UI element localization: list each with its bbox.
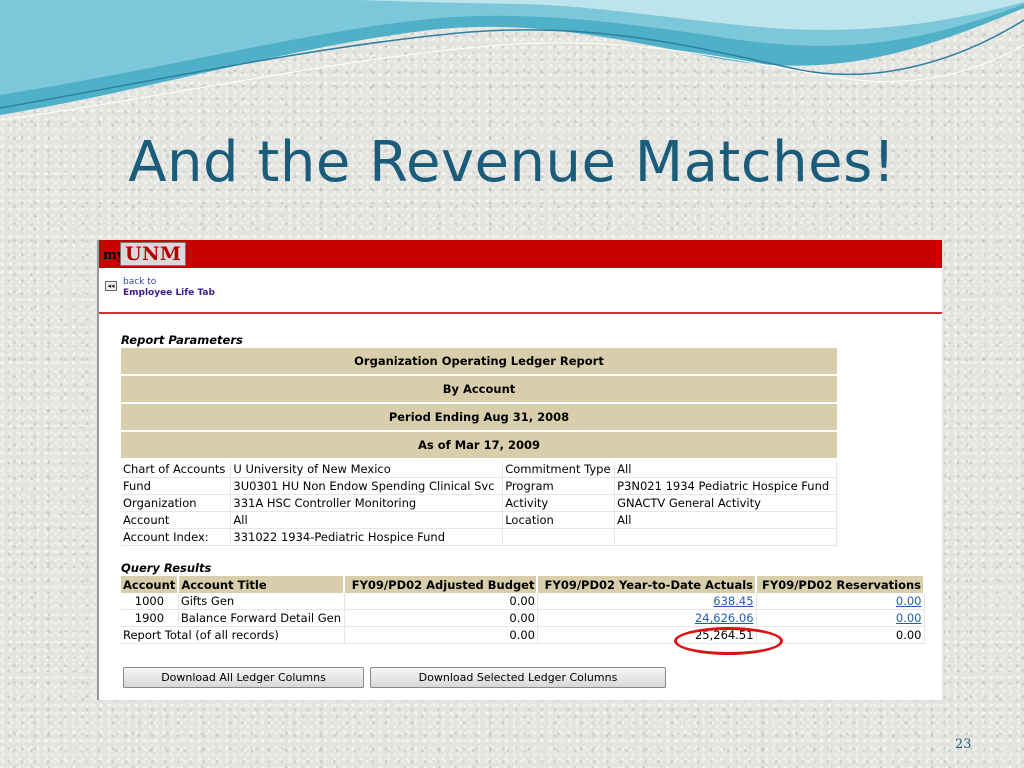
param-value: All <box>230 511 504 529</box>
param-label: Account Index: <box>121 528 232 546</box>
download-all-ledger-columns-button[interactable]: Download All Ledger Columns <box>123 667 364 688</box>
param-value: U University of New Mexico <box>230 461 504 478</box>
table-row: Chart of Accounts U University of New Me… <box>121 461 837 478</box>
column-header-reservations[interactable]: FY09/PD02 Reservations <box>756 576 925 593</box>
myunm-header-bar: my UNM <box>99 240 942 268</box>
param-label: Organization <box>121 494 232 512</box>
reservations-link[interactable]: 0.00 <box>896 611 922 625</box>
slide-title: And the Revenue Matches! <box>128 130 896 195</box>
back-link-line1[interactable]: back to <box>123 277 215 288</box>
parameters-table: Chart of Accounts U University of New Me… <box>121 461 837 546</box>
table-row: Account All Location All <box>121 511 837 529</box>
param-value <box>614 528 837 546</box>
unm-logo: UNM <box>120 242 187 266</box>
param-value: All <box>614 461 837 478</box>
query-results-title: Query Results <box>121 561 212 575</box>
total-row: Report Total (of all records) 0.00 25,26… <box>121 626 925 644</box>
query-results-table: Account Account Title FY09/PD02 Adjusted… <box>121 576 925 644</box>
param-label: Location <box>502 511 616 529</box>
decorative-wave <box>0 0 1024 121</box>
param-value: 331022 1934-Pediatric Hospice Fund <box>230 528 504 546</box>
table-row: Organization 331A HSC Controller Monitor… <box>121 494 837 512</box>
total-label: Report Total (of all records) <box>121 626 345 644</box>
header-divider <box>99 312 942 314</box>
table-row: 1000 Gifts Gen 0.00 638.45 0.00 <box>121 593 925 610</box>
column-header-adjusted-budget[interactable]: FY09/PD02 Adjusted Budget <box>344 576 539 593</box>
account-number: 1900 <box>121 609 179 627</box>
reservations-link[interactable]: 0.00 <box>896 594 922 608</box>
param-label: Program <box>502 477 616 495</box>
band-report-name: Organization Operating Ledger Report <box>121 348 837 374</box>
param-value: GNACTV General Activity <box>614 494 837 512</box>
report-title-bands: Organization Operating Ledger Report By … <box>121 348 837 460</box>
table-row: Fund 3U0301 HU Non Endow Spending Clinic… <box>121 477 837 495</box>
table-header-row: Account Account Title FY09/PD02 Adjusted… <box>121 576 925 593</box>
adjusted-budget: 0.00 <box>344 593 538 610</box>
param-label: Commitment Type <box>502 461 616 478</box>
column-header-ytd-actuals[interactable]: FY09/PD02 Year-to-Date Actuals <box>537 576 758 593</box>
report-parameters-title: Report Parameters <box>121 333 243 347</box>
column-header-account[interactable]: Account <box>121 576 180 593</box>
band-period-ending: Period Ending Aug 31, 2008 <box>121 404 837 430</box>
param-label: Chart of Accounts <box>121 461 232 478</box>
download-selected-ledger-columns-button[interactable]: Download Selected Ledger Columns <box>370 667 666 688</box>
param-label: Account <box>121 511 232 529</box>
ytd-actuals-link[interactable]: 24,626.06 <box>695 611 754 625</box>
report-screenshot: my UNM ◂◂ back to Employee Life Tab Repo… <box>97 240 942 700</box>
band-as-of: As of Mar 17, 2009 <box>121 432 837 458</box>
column-header-account-title[interactable]: Account Title <box>178 576 346 593</box>
total-budget: 0.00 <box>344 626 538 644</box>
param-label <box>502 528 616 546</box>
param-value: 3U0301 HU Non Endow Spending Clinical Sv… <box>230 477 504 495</box>
account-title: Balance Forward Detail Gen <box>178 609 345 627</box>
slide-page-number: 23 <box>955 737 972 752</box>
account-number: 1000 <box>121 593 179 610</box>
back-arrow-icon[interactable]: ◂◂ <box>105 281 117 291</box>
highlight-circle <box>674 627 783 655</box>
table-row: 1900 Balance Forward Detail Gen 0.00 24,… <box>121 609 925 627</box>
param-value: All <box>614 511 837 529</box>
back-link-employee-life-tab[interactable]: Employee Life Tab <box>123 288 215 299</box>
account-title: Gifts Gen <box>178 593 345 610</box>
param-label: Fund <box>121 477 232 495</box>
table-row: Account Index: 331022 1934-Pediatric Hos… <box>121 528 837 546</box>
ytd-actuals-link[interactable]: 638.45 <box>713 594 753 608</box>
band-by-account: By Account <box>121 376 837 402</box>
param-value: P3N021 1934 Pediatric Hospice Fund <box>614 477 837 495</box>
param-value: 331A HSC Controller Monitoring <box>230 494 504 512</box>
param-label: Activity <box>502 494 616 512</box>
adjusted-budget: 0.00 <box>344 609 538 627</box>
